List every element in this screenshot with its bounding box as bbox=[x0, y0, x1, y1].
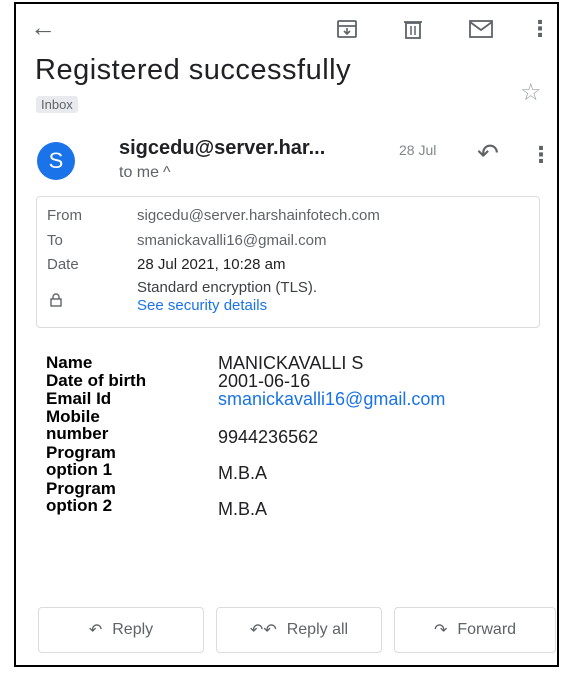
field-label: Program option 1 bbox=[46, 443, 116, 479]
email-date-short: 28 Jul bbox=[399, 142, 437, 158]
more-vert-icon[interactable]: ⋮ bbox=[530, 142, 552, 168]
to-label: To bbox=[47, 232, 63, 249]
label-badge[interactable]: Inbox bbox=[36, 96, 78, 113]
recipient-toggle[interactable]: to me ^ bbox=[119, 164, 171, 182]
reply-button[interactable]: ↶ Reply bbox=[38, 607, 204, 653]
field-value: 9944236562 bbox=[218, 427, 319, 447]
field-label: Program option 2 bbox=[46, 479, 116, 515]
field-label: Name bbox=[46, 353, 93, 372]
date-value: 28 Jul 2021, 10:28 am bbox=[137, 256, 286, 273]
reply-all-label: Reply all bbox=[286, 621, 349, 638]
field-value: M.B.A bbox=[218, 499, 268, 519]
arrow-back-icon[interactable]: ← bbox=[28, 12, 58, 42]
email-details-panel: From sigcedu@server.harshainfotech.com T… bbox=[36, 196, 540, 328]
sender-name[interactable]: sigcedu@server.har... bbox=[119, 137, 325, 160]
reply-all-icon: ↶↶ bbox=[249, 622, 277, 639]
field-label: Date of birth bbox=[46, 371, 147, 390]
field-label: Email Id bbox=[46, 389, 112, 408]
security-details-link[interactable]: See security details bbox=[137, 297, 317, 315]
reply-icon[interactable]: ↶ bbox=[473, 138, 503, 168]
email-subject: Registered successfully bbox=[35, 54, 352, 86]
star-outline-icon[interactable]: ☆ bbox=[520, 78, 542, 107]
field-label: Mobile number bbox=[46, 407, 109, 443]
top-toolbar: ← ⋮ bbox=[16, 4, 557, 52]
forward-label: Forward bbox=[457, 621, 517, 638]
mail-icon[interactable] bbox=[469, 18, 493, 40]
reply-icon: ↶ bbox=[88, 622, 103, 639]
encryption-text: Standard encryption (TLS). bbox=[137, 279, 318, 296]
email-view: ← ⋮ Registered successfully ☆ Inbox S si… bbox=[14, 2, 559, 667]
from-label: From bbox=[47, 207, 82, 224]
avatar[interactable]: S bbox=[37, 142, 75, 180]
to-value: smanickavalli16@gmail.com bbox=[137, 232, 327, 249]
email-link[interactable]: smanickavalli16@gmail.com bbox=[218, 389, 445, 410]
encryption-info: Standard encryption (TLS). See security … bbox=[137, 279, 317, 315]
reply-label: Reply bbox=[112, 621, 154, 638]
to-line: to me bbox=[119, 164, 160, 181]
reply-all-button[interactable]: ↶↶ Reply all bbox=[216, 607, 382, 653]
forward-icon: ↷ bbox=[433, 622, 448, 639]
more-vert-icon[interactable]: ⋮ bbox=[529, 16, 551, 42]
lock-icon bbox=[49, 293, 63, 307]
chevron-up-icon: ^ bbox=[163, 164, 171, 181]
field-value: M.B.A bbox=[218, 463, 268, 483]
forward-button[interactable]: ↷ Forward bbox=[394, 607, 556, 653]
archive-icon[interactable] bbox=[336, 18, 358, 40]
trash-icon[interactable] bbox=[402, 18, 424, 40]
date-label: Date bbox=[47, 256, 79, 273]
from-value: sigcedu@server.harshainfotech.com bbox=[137, 207, 380, 224]
